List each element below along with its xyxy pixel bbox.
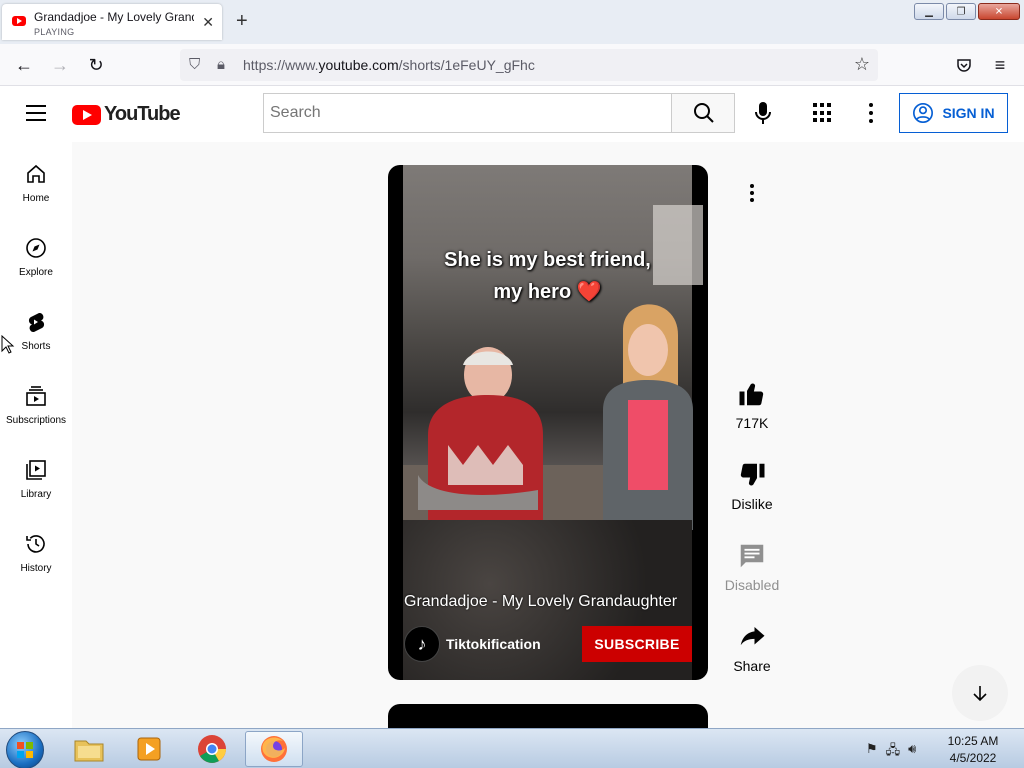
like-button[interactable]: 717K xyxy=(716,379,788,431)
sidebar-item-library[interactable]: Library xyxy=(0,438,72,512)
tracking-shield-icon[interactable]: ⛉ xyxy=(189,56,200,73)
shorts-video-player[interactable]: She is my best friend, my hero ❤️ Granda… xyxy=(388,165,708,680)
windows-logo-icon xyxy=(17,742,33,758)
home-icon xyxy=(27,164,45,183)
channel-name[interactable]: Tiktokification xyxy=(446,636,541,652)
video-grandfather-figure xyxy=(418,347,543,525)
thumbs-up-icon xyxy=(739,383,764,406)
search-input[interactable] xyxy=(264,94,671,132)
youtube-favicon-icon xyxy=(12,16,26,26)
restore-button[interactable]: ❐ xyxy=(946,3,976,20)
tiktok-icon: ♪ xyxy=(417,633,427,654)
forward-icon[interactable]: → xyxy=(48,53,72,77)
volume-icon[interactable]: 🔊︎ xyxy=(908,741,916,763)
share-button[interactable]: Share xyxy=(716,622,788,674)
browser-tab[interactable]: Grandadjoe - My Lovely Granda PLAYING ✕ xyxy=(2,4,222,40)
next-video-button[interactable] xyxy=(952,665,1008,721)
settings-more-icon[interactable] xyxy=(866,103,876,123)
youtube-apps-icon[interactable] xyxy=(813,103,833,123)
taskbar-media-player[interactable] xyxy=(120,731,178,767)
network-icon[interactable]: 🖧 xyxy=(886,741,901,763)
sidebar-item-explore[interactable]: Explore xyxy=(0,216,72,290)
explore-icon xyxy=(26,238,46,258)
sidebar-item-subscriptions[interactable]: Subscriptions xyxy=(0,364,72,438)
bookmark-star-icon[interactable]: ☆ xyxy=(854,54,870,75)
url-text[interactable]: https://www.youtube.com/shorts/1eFeUY_gF… xyxy=(243,57,535,73)
browser-tab-bar: Grandadjoe - My Lovely Granda PLAYING ✕ … xyxy=(0,0,1024,44)
sign-in-button[interactable]: SIGN IN xyxy=(899,93,1008,133)
browser-nav-bar: ← → ↻ ⛉ 🔒︎ https://www.youtube.com/short… xyxy=(0,44,1024,86)
pocket-icon[interactable] xyxy=(952,53,976,77)
short-title[interactable]: Grandadjoe - My Lovely Grandaughter xyxy=(404,593,677,611)
video-background-window xyxy=(653,205,703,285)
short-more-options-icon[interactable] xyxy=(749,184,755,202)
folder-icon xyxy=(74,740,104,762)
new-tab-icon[interactable]: + xyxy=(236,10,248,33)
youtube-logo[interactable]: YouTube xyxy=(72,103,181,126)
back-icon[interactable]: ← xyxy=(12,53,36,77)
address-bar[interactable]: ⛉ 🔒︎ https://www.youtube.com/shorts/1eFe… xyxy=(180,49,878,81)
video-granddaughter-figure xyxy=(603,304,693,530)
shorts-icon xyxy=(28,312,45,333)
thumbs-down-icon xyxy=(740,463,765,486)
mouse-cursor-icon xyxy=(1,335,15,354)
library-icon xyxy=(26,460,46,480)
microphone-icon xyxy=(755,102,771,124)
youtube-header: YouTube SIGN IN xyxy=(0,86,1024,142)
taskbar-firefox[interactable] xyxy=(245,731,303,767)
tab-playing-status: PLAYING xyxy=(34,27,75,37)
reload-icon[interactable]: ↻ xyxy=(84,53,108,77)
share-icon xyxy=(740,627,765,646)
comments-button[interactable]: Disabled xyxy=(716,541,788,593)
app-menu-icon[interactable]: ≡ xyxy=(988,53,1012,77)
windows-taskbar: ⚑ 🖧 🔊︎ 10:25 AM 4/5/2022 xyxy=(0,728,1024,768)
mini-guide-sidebar: Home Explore Shorts Subscriptions Librar… xyxy=(0,142,72,728)
tab-title: Grandadjoe - My Lovely Granda xyxy=(34,10,194,24)
subscribe-button[interactable]: SUBSCRIBE xyxy=(582,626,692,662)
close-window-button[interactable]: ✕ xyxy=(978,3,1020,20)
search-icon xyxy=(694,103,714,123)
channel-avatar[interactable]: ♪ xyxy=(404,626,440,662)
video-caption-line-1: She is my best friend, xyxy=(444,249,651,271)
search-button[interactable] xyxy=(671,93,735,133)
lock-icon[interactable]: 🔒︎ xyxy=(217,56,225,73)
history-icon xyxy=(26,535,45,553)
action-center-flag-icon[interactable]: ⚑ xyxy=(866,741,878,763)
minimize-button[interactable]: ▁ xyxy=(914,3,944,20)
taskbar-file-explorer[interactable] xyxy=(60,731,118,767)
voice-search-button[interactable] xyxy=(750,99,776,127)
account-icon xyxy=(913,103,934,123)
youtube-play-logo-icon xyxy=(72,104,101,125)
guide-menu-icon[interactable] xyxy=(26,105,46,121)
media-player-icon xyxy=(137,737,161,761)
sidebar-item-home[interactable]: Home xyxy=(0,142,72,216)
search-field[interactable] xyxy=(263,93,672,133)
firefox-icon xyxy=(261,736,287,762)
video-caption-line-2: my hero ❤️ xyxy=(493,281,602,303)
taskbar-clock[interactable]: 10:25 AM 4/5/2022 xyxy=(938,733,1008,767)
window-controls: ▁ ❐ ✕ xyxy=(914,3,1020,20)
subscriptions-icon xyxy=(26,386,46,406)
chrome-icon xyxy=(198,735,226,763)
comment-icon xyxy=(740,544,764,568)
sidebar-item-history[interactable]: History xyxy=(0,512,72,586)
dislike-button[interactable]: Dislike xyxy=(716,460,788,512)
system-tray: ⚑ 🖧 🔊︎ xyxy=(866,741,916,763)
close-tab-icon[interactable]: ✕ xyxy=(202,14,214,31)
taskbar-chrome[interactable] xyxy=(183,731,241,767)
start-button[interactable] xyxy=(6,731,44,768)
arrow-down-icon xyxy=(973,686,987,702)
